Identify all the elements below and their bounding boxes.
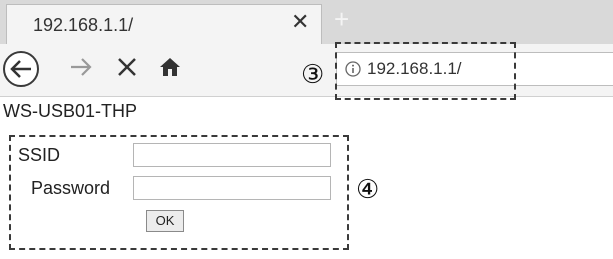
home-icon[interactable] — [158, 56, 182, 83]
tab-bar: 192.168.1.1/ ✕ + — [0, 0, 613, 45]
close-icon[interactable]: ✕ — [291, 11, 309, 33]
forward-arrow-icon[interactable] — [68, 54, 94, 85]
browser-tab[interactable]: 192.168.1.1/ ✕ — [6, 4, 322, 44]
callout-3: ③ — [301, 59, 325, 89]
page-title: WS-USB01-THP — [3, 101, 138, 121]
tab-title: 192.168.1.1/ — [33, 15, 134, 35]
new-tab-icon[interactable]: + — [334, 6, 349, 32]
address-highlight-box — [335, 42, 516, 100]
form-highlight-box — [9, 135, 349, 250]
back-arrow-icon[interactable] — [3, 51, 39, 87]
callout-4: ④ — [356, 174, 380, 204]
stop-icon[interactable] — [114, 54, 140, 85]
